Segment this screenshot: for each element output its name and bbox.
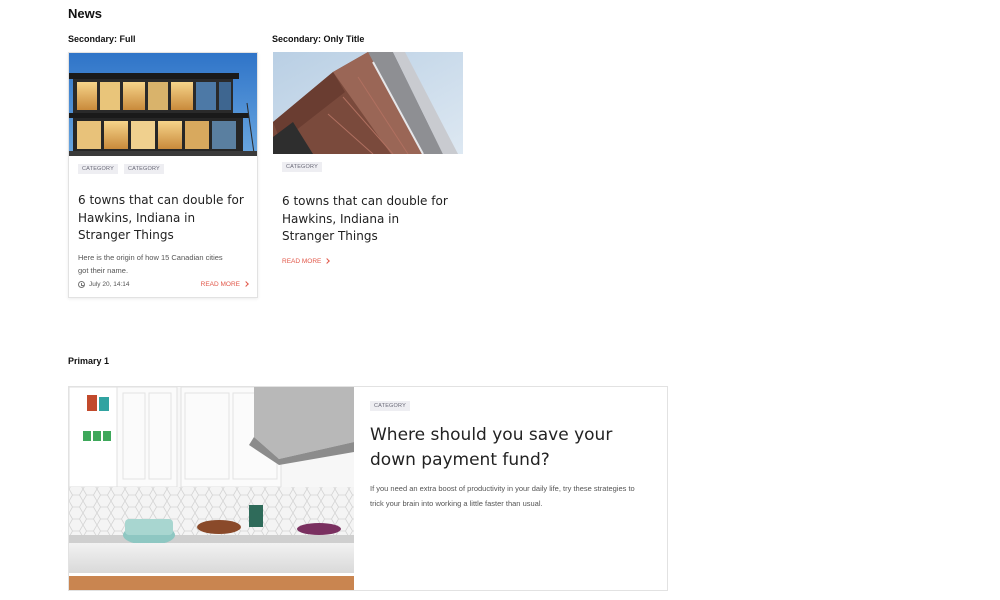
news-card-full[interactable]: CATEGORY CATEGORY 6 towns that can doubl…: [68, 52, 258, 298]
read-more-link[interactable]: READ MORE: [200, 280, 249, 288]
card-title[interactable]: 6 towns that can double for Hawkins, Ind…: [282, 193, 454, 246]
secondary-full-label: Secondary: Full: [68, 34, 136, 44]
house-photo[interactable]: [69, 53, 257, 156]
category-tags: CATEGORY: [282, 162, 454, 172]
secondary-title-label: Secondary: Only Title: [272, 34, 365, 44]
news-section-title: News: [68, 6, 102, 21]
date-meta: July 20, 14:14: [78, 280, 130, 288]
read-more-label: READ MORE: [200, 280, 240, 288]
news-card-primary[interactable]: CATEGORY Where should you save your down…: [68, 386, 668, 591]
news-card-title-only[interactable]: CATEGORY 6 towns that can double for Haw…: [273, 52, 463, 272]
card-meta: July 20, 14:14 READ MORE: [78, 280, 249, 288]
chevron-right-icon: [324, 258, 331, 264]
card-excerpt: If you need an extra boost of productivi…: [370, 484, 635, 508]
card-title[interactable]: Where should you save your down payment …: [370, 423, 630, 473]
category-tag[interactable]: CATEGORY: [78, 164, 118, 174]
category-tags: CATEGORY CATEGORY: [78, 164, 248, 174]
card-date: July 20, 14:14: [89, 280, 130, 288]
chevron-right-icon: [243, 281, 249, 287]
kitchen-image: [69, 387, 354, 590]
building-photo[interactable]: [273, 52, 463, 154]
card-title[interactable]: 6 towns that can double for Hawkins, Ind…: [78, 192, 248, 245]
category-tag[interactable]: CATEGORY: [282, 162, 322, 172]
read-more-link[interactable]: READ MORE: [282, 258, 454, 265]
read-more-label: READ MORE: [282, 257, 322, 265]
primary-label: Primary 1: [68, 356, 110, 366]
category-tag[interactable]: CATEGORY: [370, 401, 410, 411]
card-excerpt: Here is the origin of how 15 Canadian ci…: [78, 252, 223, 275]
building-image: [273, 52, 463, 154]
house-image: [69, 53, 257, 156]
category-tags: CATEGORY: [370, 401, 640, 411]
clock-icon: [78, 280, 85, 288]
kitchen-photo[interactable]: [69, 387, 354, 590]
category-tag[interactable]: CATEGORY: [123, 164, 164, 174]
